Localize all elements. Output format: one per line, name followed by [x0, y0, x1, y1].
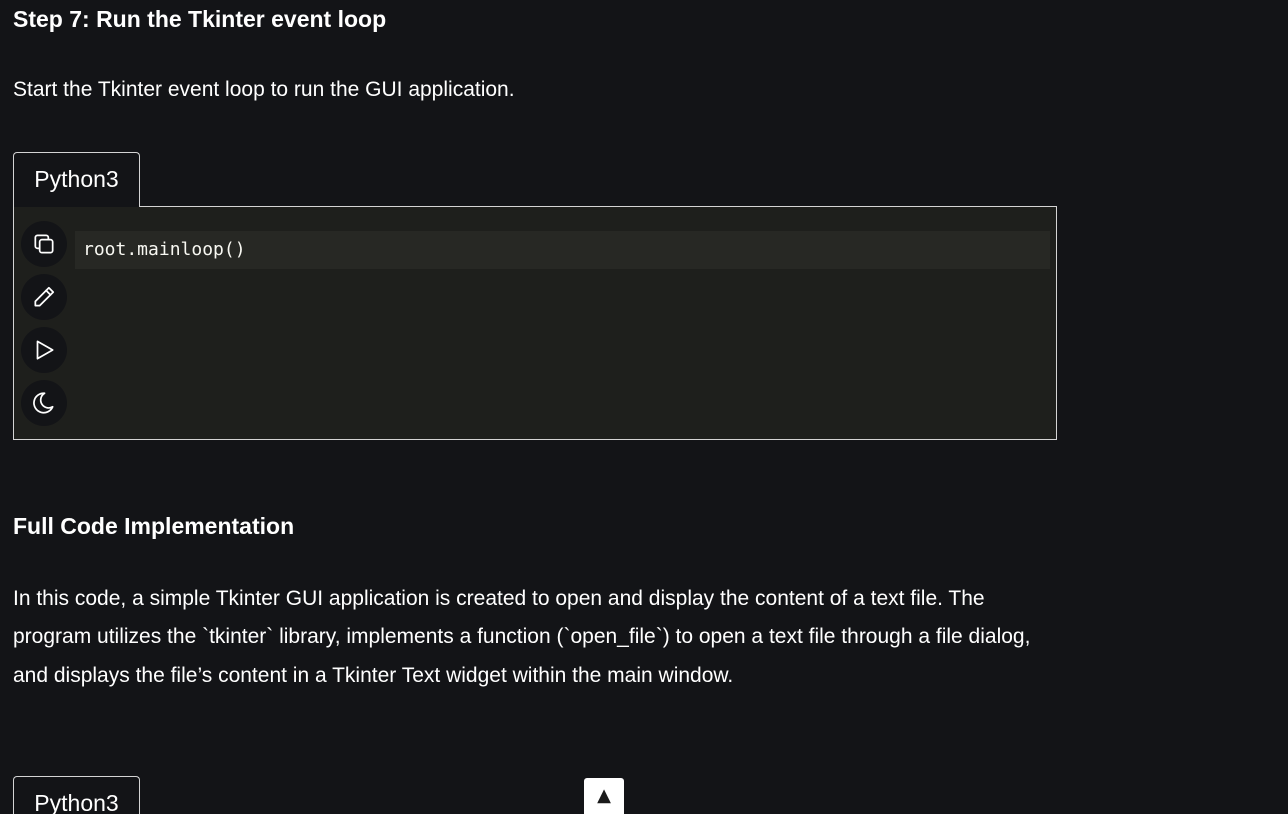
code-toolbar	[21, 221, 69, 433]
copy-icon	[34, 234, 54, 254]
tab-python3-second[interactable]: Python3	[13, 776, 140, 814]
arrow-up-icon: ▲	[597, 785, 611, 806]
play-icon	[36, 340, 54, 360]
full-code-heading: Full Code Implementation	[13, 513, 295, 539]
article-page: Step 7: Run the Tkinter event loop Start…	[0, 0, 1288, 814]
theme-toggle-button[interactable]	[21, 380, 67, 426]
step-7-description: Start the Tkinter event loop to run the …	[13, 78, 515, 101]
step-7-heading: Step 7: Run the Tkinter event loop	[13, 6, 387, 32]
edit-button[interactable]	[21, 274, 67, 320]
tab-python3[interactable]: Python3	[13, 152, 140, 207]
moon-icon	[33, 392, 54, 414]
code-line[interactable]: root.mainloop()	[75, 231, 1050, 269]
pencil-icon	[34, 286, 55, 307]
run-button[interactable]	[21, 327, 67, 373]
copy-button[interactable]	[21, 221, 67, 267]
code-block: root.mainloop()	[13, 206, 1057, 440]
full-code-description: In this code, a simple Tkinter GUI appli…	[13, 587, 1031, 687]
scroll-to-top-button[interactable]: ▲	[584, 778, 624, 814]
